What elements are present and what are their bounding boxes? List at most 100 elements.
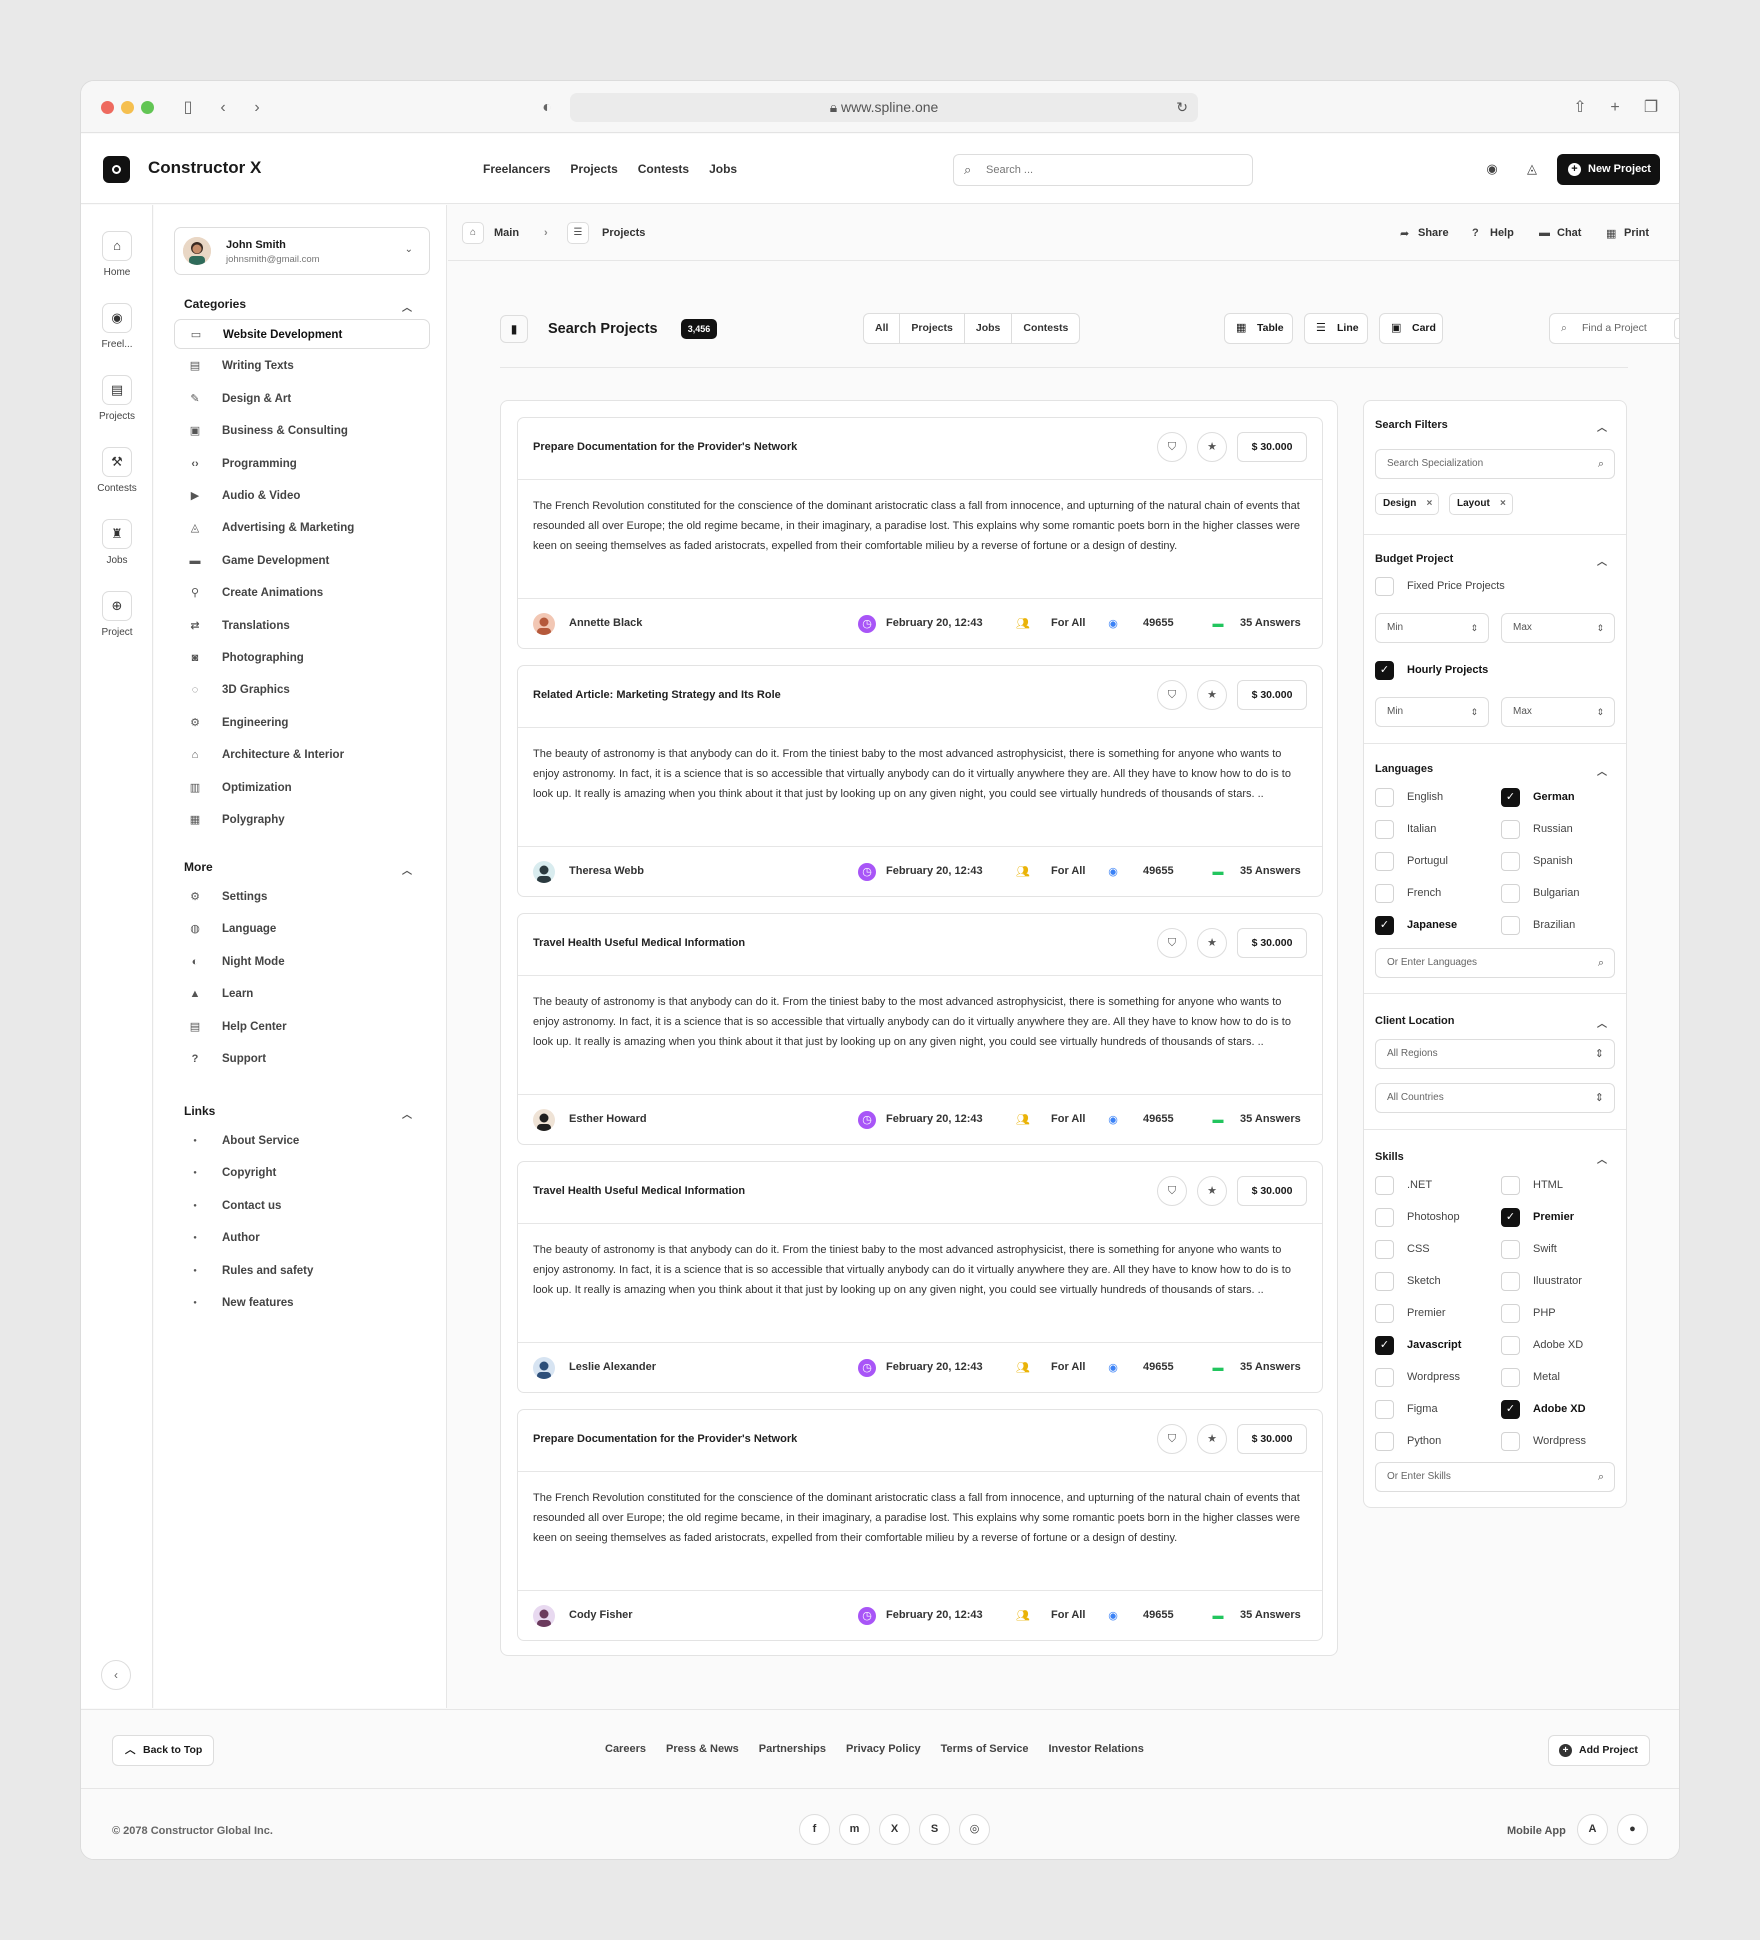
sidebar-item[interactable]: ▣ Business & Consulting [174,416,430,446]
sidebar-item[interactable]: ▦ Polygraphy [174,805,430,835]
nav-freelancers[interactable]: Freelancers [483,162,550,176]
rail-freelancers[interactable]: ◉ Freel... [81,303,153,350]
verified-button[interactable]: ⛉ [1157,680,1187,710]
avatar[interactable] [533,613,555,635]
tab-contests[interactable]: Contests [1012,314,1079,343]
find-project-input[interactable]: ⌕ Find a Project ⌘K [1549,313,1679,344]
filter-checkbox[interactable]: ✓ German [1501,788,1575,807]
tab-all[interactable]: All [864,314,901,343]
budget-heading[interactable]: Budget Project ︿ [1375,553,1607,568]
sidebar-item[interactable]: ● About Service [174,1126,430,1156]
author-name[interactable]: Cody Fisher [569,1609,633,1621]
nav-projects[interactable]: Projects [570,162,617,176]
fixed-max-input[interactable]: Max ⇕ [1501,613,1615,643]
app-store-link[interactable]: A [1577,1814,1608,1845]
rail-add-project[interactable]: ⊕ Project [81,591,153,638]
breadcrumb-main[interactable]: Main [494,227,519,239]
verified-button[interactable]: ⛉ [1157,1424,1187,1454]
sidebar-item[interactable]: ● Contact us [174,1191,430,1221]
author-name[interactable]: Esther Howard [569,1113,647,1125]
address-bar[interactable]: 🔒︎ www.spline.one ↻ [570,93,1198,122]
sidebar-item[interactable]: ▬ Game Development [174,546,430,576]
project-title[interactable]: Related Article: Marketing Strategy and … [533,689,781,701]
filter-checkbox[interactable]: HTML [1501,1176,1563,1195]
search-input[interactable]: ⌕ Search ... [953,154,1253,186]
social-link[interactable]: S [919,1814,950,1845]
sidebar-item[interactable]: ▶ Audio & Video [174,481,430,511]
filter-checkbox[interactable]: Wordpress [1375,1368,1460,1387]
filters-heading[interactable]: Search Filters ︿ [1375,419,1607,434]
filter-checkbox[interactable]: ✓ Javascript [1375,1336,1461,1355]
avatar[interactable] [533,1605,555,1627]
filter-checkbox[interactable]: ✓ Adobe XD [1501,1400,1586,1419]
minimize-dot[interactable] [121,101,134,114]
sidebar-item[interactable]: ◐ Night Mode [174,947,430,977]
filter-checkbox[interactable]: Premier [1375,1304,1446,1323]
filter-checkbox[interactable]: Metal [1501,1368,1560,1387]
rail-projects[interactable]: ▤ Projects [81,375,153,422]
filter-checkbox[interactable]: Spanish [1501,852,1573,871]
specialization-input[interactable]: Search Specialization ⌕ [1375,449,1615,479]
app-store-link[interactable]: ● [1617,1814,1648,1845]
rail-jobs[interactable]: ♜ Jobs [81,519,153,566]
add-project-button[interactable]: + Add Project [1548,1735,1650,1766]
chat-button[interactable]: ▬ Chat [1539,227,1581,239]
close-dot[interactable] [101,101,114,114]
view-table-button[interactable]: ▦ Table [1224,313,1293,344]
list-icon[interactable]: ☰ [567,222,589,244]
more-heading[interactable]: More ︿ [184,860,412,877]
sidebar-toggle-icon[interactable]: ▯ [177,97,199,119]
links-heading[interactable]: Links ︿ [184,1104,412,1121]
bookmark-icon[interactable]: ▮ [500,315,528,343]
notification-bell-icon[interactable]: ◬ [1523,160,1541,178]
project-card[interactable]: Travel Health Useful Medical Information… [517,1161,1323,1393]
fixed-min-input[interactable]: Min ⇕ [1375,613,1489,643]
filter-checkbox[interactable]: Sketch [1375,1272,1441,1291]
favorite-button[interactable]: ★ [1197,680,1227,710]
favorite-button[interactable]: ★ [1197,432,1227,462]
favorite-button[interactable]: ★ [1197,928,1227,958]
avatar[interactable] [533,861,555,883]
project-title[interactable]: Travel Health Useful Medical Information [533,937,745,949]
location-heading[interactable]: Client Location ︿ [1375,1015,1607,1030]
tab-projects[interactable]: Projects [900,314,965,343]
back-to-top-button[interactable]: ︿ Back to Top [112,1735,214,1766]
filter-checkbox[interactable]: PHP [1501,1304,1556,1323]
project-title[interactable]: Prepare Documentation for the Provider's… [533,441,797,453]
filter-checkbox[interactable]: Wordpress [1501,1432,1586,1451]
close-icon[interactable]: × [1427,494,1433,514]
author-name[interactable]: Annette Black [569,617,642,629]
sidebar-item[interactable]: ⌂ Architecture & Interior [174,740,430,770]
back-icon[interactable]: ‹ [212,97,234,119]
verified-button[interactable]: ⛉ [1157,928,1187,958]
sidebar-item[interactable]: ◌ 3D Graphics [174,675,430,705]
categories-heading[interactable]: Categories ︿ [184,297,412,314]
languages-input[interactable]: Or Enter Languages ⌕ [1375,948,1615,978]
avatar[interactable] [533,1109,555,1131]
favorite-button[interactable]: ★ [1197,1176,1227,1206]
sidebar-item[interactable]: ✎ Design & Art [174,384,430,414]
footer-link[interactable]: Terms of Service [941,1743,1029,1755]
footer-link[interactable]: Press & News [666,1743,739,1755]
verified-button[interactable]: ⛉ [1157,432,1187,462]
fixed-price-checkbox[interactable]: Fixed Price Projects [1375,577,1505,596]
logo[interactable] [103,156,130,183]
filter-checkbox[interactable]: English [1375,788,1443,807]
profile-icon[interactable]: ◉ [1483,160,1501,178]
project-card[interactable]: Travel Health Useful Medical Information… [517,913,1323,1145]
filter-checkbox[interactable]: ✓ Japanese [1375,916,1457,935]
sidebar-item[interactable]: ⇄ Translations [174,611,430,641]
filter-checkbox[interactable]: Brazilian [1501,916,1575,935]
footer-link[interactable]: Partnerships [759,1743,826,1755]
new-project-button[interactable]: + New Project [1557,154,1660,185]
social-link[interactable]: X [879,1814,910,1845]
footer-link[interactable]: Investor Relations [1048,1743,1143,1755]
hourly-checkbox[interactable]: ✓ Hourly Projects [1375,661,1488,680]
sidebar-item[interactable]: ? Support [174,1044,430,1074]
filter-checkbox[interactable]: Italian [1375,820,1436,839]
sidebar-item[interactable]: ▲ Learn [174,979,430,1009]
filter-checkbox[interactable]: Swift [1501,1240,1557,1259]
sidebar-item[interactable]: ⚲ Create Animations [174,578,430,608]
sidebar-item[interactable]: ● Author [174,1223,430,1253]
country-select[interactable]: All Countries ⇕ [1375,1083,1615,1113]
